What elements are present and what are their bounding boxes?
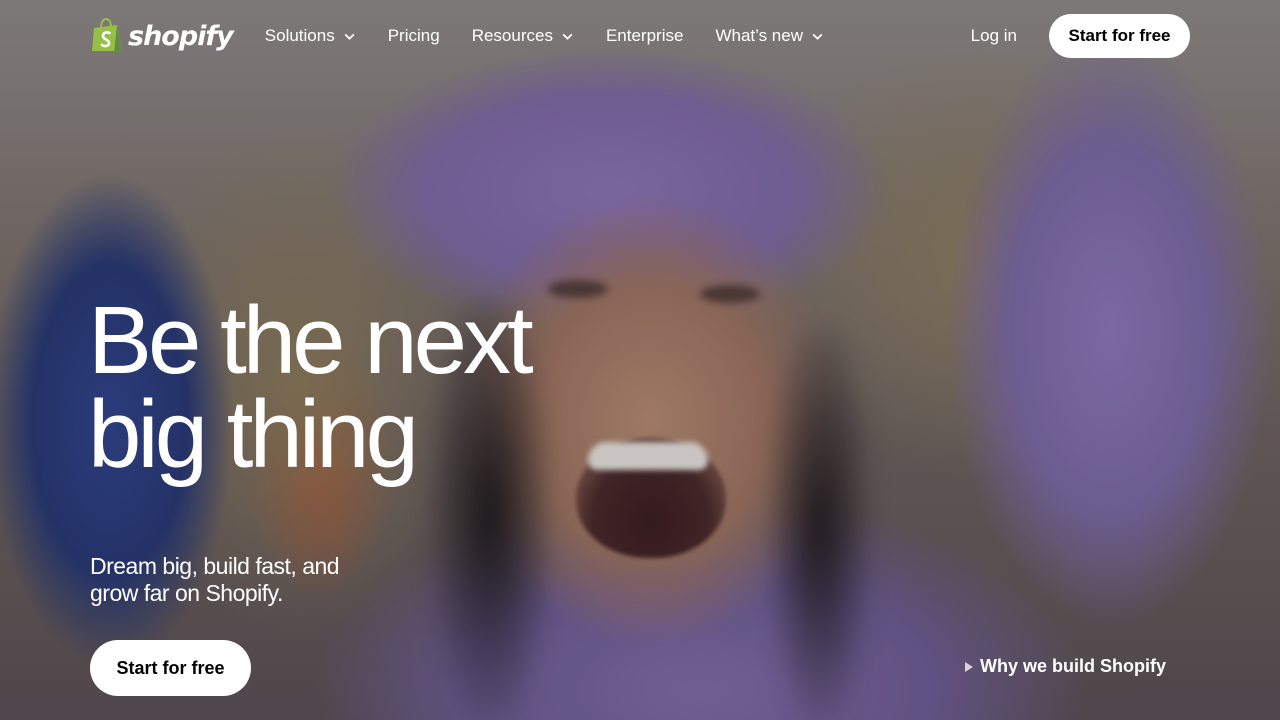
chevron-down-icon xyxy=(812,33,823,40)
nav-item-label: Enterprise xyxy=(605,26,684,45)
nav-item-pricing[interactable]: Pricing xyxy=(388,26,440,46)
chevron-down-icon xyxy=(562,33,573,40)
nav-item-solutions[interactable]: Solutions xyxy=(265,26,356,46)
nav-item-resources[interactable]: Resources xyxy=(472,26,574,46)
start-free-hero-button[interactable]: Start for free xyxy=(90,640,251,696)
headline-line-1: Be the next xyxy=(88,287,534,394)
video-link-label: Why we build Shopify xyxy=(980,656,1166,676)
primary-nav: Solutions Pricing Resources Enterprise W… xyxy=(265,26,824,46)
nav-item-label: Pricing xyxy=(387,26,440,45)
hero-subhead: Dream big, build fast, and grow far on S… xyxy=(90,553,340,606)
nav-actions: Log in Start for free xyxy=(971,14,1190,58)
top-navigation: shopify Solutions Pricing Resources Ente… xyxy=(0,0,1280,72)
nav-item-label: Resources xyxy=(471,26,553,45)
chevron-down-icon xyxy=(344,33,355,40)
start-free-nav-button[interactable]: Start for free xyxy=(1049,14,1190,58)
nav-item-label: What’s new xyxy=(715,26,803,45)
why-we-build-video-link[interactable]: Why we build Shopify xyxy=(964,656,1166,677)
nav-item-enterprise[interactable]: Enterprise xyxy=(606,26,683,46)
hero-headline: Be the next big thing xyxy=(88,287,534,488)
nav-item-label: Solutions xyxy=(264,26,335,45)
nav-item-whats-new[interactable]: What’s new xyxy=(715,26,824,46)
play-icon xyxy=(965,661,973,672)
headline-line-2: big thing xyxy=(88,381,419,488)
brand-wordmark: shopify xyxy=(128,20,234,52)
login-link[interactable]: Log in xyxy=(971,26,1017,46)
shopify-logo[interactable]: shopify xyxy=(90,18,234,54)
shopping-bag-icon xyxy=(92,18,121,53)
